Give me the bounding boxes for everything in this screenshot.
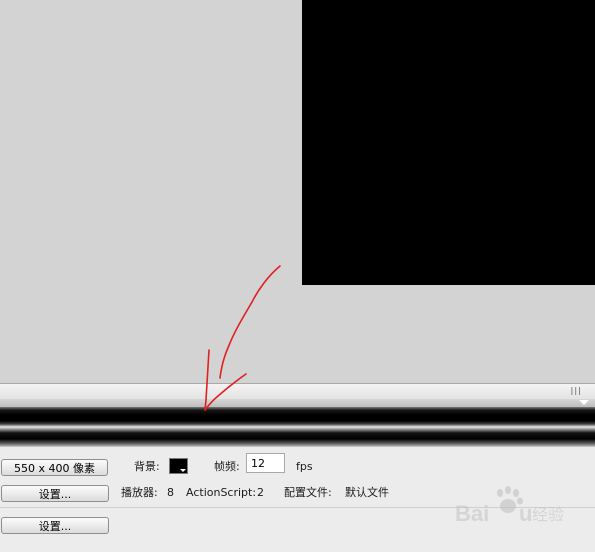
annotation-arrow-overlay: Bai u 经验 — [204, 265, 564, 526]
svg-text:Bai: Bai — [455, 501, 489, 526]
baidu-watermark: Bai u 经验 — [455, 486, 564, 526]
svg-text:u: u — [519, 501, 532, 526]
red-arrow-annotation — [204, 265, 281, 411]
svg-text:经验: 经验 — [532, 505, 564, 524]
